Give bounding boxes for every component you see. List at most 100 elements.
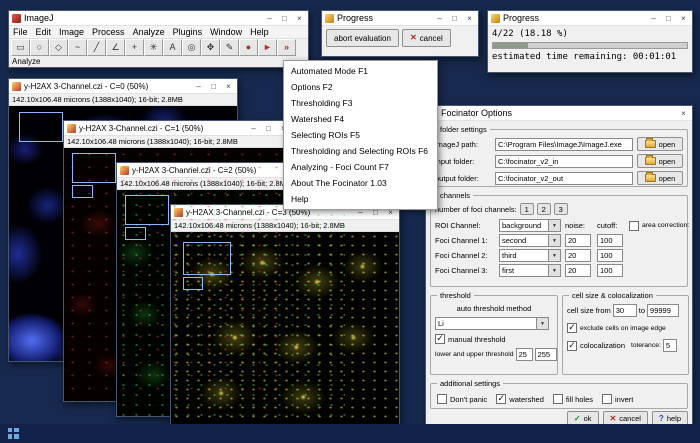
progress-small-titlebar[interactable]: Progress – □ × xyxy=(322,11,478,26)
menu-process[interactable]: Process xyxy=(88,26,129,39)
progress-large-titlebar[interactable]: Progress – □ × xyxy=(488,11,692,26)
cell-size-from-field[interactable] xyxy=(613,304,637,317)
menu-item-analyzing-foci-count[interactable]: Analyzing - Foci Count F7 xyxy=(284,159,437,175)
progress-bar-fill xyxy=(493,43,528,48)
invert-checkbox[interactable]: invert xyxy=(602,394,633,404)
close-button[interactable]: × xyxy=(676,107,691,120)
dont-panic-checkbox[interactable]: Don't panic xyxy=(437,394,487,404)
abort-evaluation-button[interactable]: abort evaluation xyxy=(326,29,399,47)
menu-item-options[interactable]: Options F2 xyxy=(284,79,437,95)
foci-channel-1-select[interactable]: second▼ xyxy=(499,234,561,247)
cancel-button[interactable]: ✕ cancel xyxy=(402,29,451,47)
foci-channel-3-noise-field[interactable] xyxy=(565,264,591,277)
more-tools-icon[interactable]: » xyxy=(277,39,296,56)
polygon-tool-icon[interactable]: ◇ xyxy=(49,39,68,56)
roi-channel-select[interactable]: background▼ xyxy=(499,219,561,232)
start-button[interactable] xyxy=(0,424,26,443)
hand-tool-icon[interactable]: ✥ xyxy=(201,39,220,56)
menu-item-selecting-rois[interactable]: Selecting ROIs F5 xyxy=(284,127,437,143)
input-folder-open-button[interactable]: open xyxy=(637,154,683,168)
input-folder-field[interactable] xyxy=(495,155,633,168)
menu-item-help[interactable]: Help xyxy=(284,191,437,207)
output-folder-open-button[interactable]: open xyxy=(637,171,683,185)
lower-threshold-field[interactable] xyxy=(516,348,533,361)
foci-channel-1-cutoff-field[interactable] xyxy=(597,234,623,247)
foci-channel-3-cutoff-field[interactable] xyxy=(597,264,623,277)
menu-image[interactable]: Image xyxy=(55,26,88,39)
checkbox-box xyxy=(553,394,563,404)
maximize-button[interactable]: □ xyxy=(277,12,292,25)
imagej-path-open-button[interactable]: open xyxy=(637,137,683,151)
minimize-button[interactable]: – xyxy=(246,122,261,135)
area-correction-checkbox[interactable]: area correction: xyxy=(629,221,689,231)
menu-item-thresholding[interactable]: Thresholding F3 xyxy=(284,95,437,111)
manual-threshold-checkbox[interactable]: ✓manual threshold xyxy=(435,334,553,344)
dropper-tool-icon[interactable]: ✎ xyxy=(220,39,239,56)
foci-channels-3-button[interactable]: 3 xyxy=(554,203,568,215)
fill-holes-checkbox[interactable]: fill holes xyxy=(553,394,593,404)
imagej-titlebar[interactable]: ImageJ – □ × xyxy=(9,11,308,26)
roi-rectangle[interactable] xyxy=(19,112,63,142)
options-titlebar[interactable]: Focinator Options × xyxy=(426,106,692,121)
point-tool-icon[interactable]: + xyxy=(125,39,144,56)
minimize-button[interactable]: – xyxy=(262,12,277,25)
minimize-button[interactable]: – xyxy=(432,12,447,25)
menu-window[interactable]: Window xyxy=(206,26,246,39)
foci-channel-1-noise-field[interactable] xyxy=(565,234,591,247)
maximize-button[interactable]: □ xyxy=(661,12,676,25)
roi-rectangle[interactable] xyxy=(183,277,203,290)
menu-item-thresholding-selecting-rois[interactable]: Thresholding and Selecting ROIs F6 xyxy=(284,143,437,159)
cancel-label: cancel xyxy=(619,414,641,423)
rectangle-tool-icon[interactable]: ▭ xyxy=(11,39,30,56)
roi-rectangle[interactable] xyxy=(125,195,169,225)
roi-rectangle[interactable] xyxy=(125,227,146,240)
freehand-tool-icon[interactable]: ~ xyxy=(68,39,87,56)
menu-item-watershed[interactable]: Watershed F4 xyxy=(284,111,437,127)
magnifier-tool-icon[interactable]: ◎ xyxy=(182,39,201,56)
maximize-button[interactable]: □ xyxy=(447,12,462,25)
foci-channel-2-select[interactable]: third▼ xyxy=(499,249,561,262)
cell-size-to-field[interactable] xyxy=(647,304,679,317)
text-tool-icon[interactable]: A xyxy=(163,39,182,56)
colocalization-checkbox[interactable]: ✓colocalization xyxy=(567,341,625,351)
macro-tool-2-icon[interactable]: ► xyxy=(258,39,277,56)
threshold-method-select[interactable]: Li▼ xyxy=(435,317,549,330)
menu-item-about[interactable]: About The Focinator 1.03 xyxy=(284,175,437,191)
imagej-path-field[interactable] xyxy=(495,138,633,151)
roi-rectangle[interactable] xyxy=(183,242,231,275)
image-canvas-c3[interactable] xyxy=(171,232,399,424)
menu-file[interactable]: File xyxy=(9,26,32,39)
roi-rectangle[interactable] xyxy=(72,185,93,198)
foci-channel-2-cutoff-field[interactable] xyxy=(597,249,623,262)
upper-threshold-field[interactable] xyxy=(535,348,557,361)
maximize-button[interactable]: □ xyxy=(261,122,276,135)
wand-tool-icon[interactable]: ✳ xyxy=(144,39,163,56)
foci-channel-3-select[interactable]: first▼ xyxy=(499,264,561,277)
output-folder-field[interactable] xyxy=(495,172,633,185)
close-button[interactable]: × xyxy=(462,12,477,25)
minimize-button[interactable]: – xyxy=(646,12,661,25)
foci-channels-1-button[interactable]: 1 xyxy=(520,203,534,215)
close-button[interactable]: × xyxy=(221,80,236,93)
menu-edit[interactable]: Edit xyxy=(32,26,56,39)
imagej-window: ImageJ – □ × File Edit Image Process Ana… xyxy=(8,10,309,68)
angle-tool-icon[interactable]: ∠ xyxy=(106,39,125,56)
watershed-checkbox[interactable]: ✓watershed xyxy=(496,394,544,404)
roi-rectangle[interactable] xyxy=(72,153,116,183)
foci-channel-2-noise-field[interactable] xyxy=(565,249,591,262)
menu-analyze[interactable]: Analyze xyxy=(129,26,169,39)
oval-tool-icon[interactable]: ○ xyxy=(30,39,49,56)
close-button[interactable]: × xyxy=(676,12,691,25)
menu-plugins[interactable]: Plugins xyxy=(169,26,207,39)
image-window-c0-titlebar[interactable]: y-H2AX 3-Channel.czi - C=0 (50%) – □ × xyxy=(9,79,237,94)
tolerance-field[interactable] xyxy=(663,339,677,352)
menu-item-automated-mode[interactable]: Automated Mode F1 xyxy=(284,63,437,79)
foci-channels-2-button[interactable]: 2 xyxy=(537,203,551,215)
exclude-edge-checkbox[interactable]: ✓exclude cells on image edge xyxy=(567,323,684,333)
menu-help[interactable]: Help xyxy=(246,26,273,39)
macro-tool-1-icon[interactable]: ● xyxy=(239,39,258,56)
close-button[interactable]: × xyxy=(292,12,307,25)
minimize-button[interactable]: – xyxy=(191,80,206,93)
maximize-button[interactable]: □ xyxy=(206,80,221,93)
line-tool-icon[interactable]: ╱ xyxy=(87,39,106,56)
